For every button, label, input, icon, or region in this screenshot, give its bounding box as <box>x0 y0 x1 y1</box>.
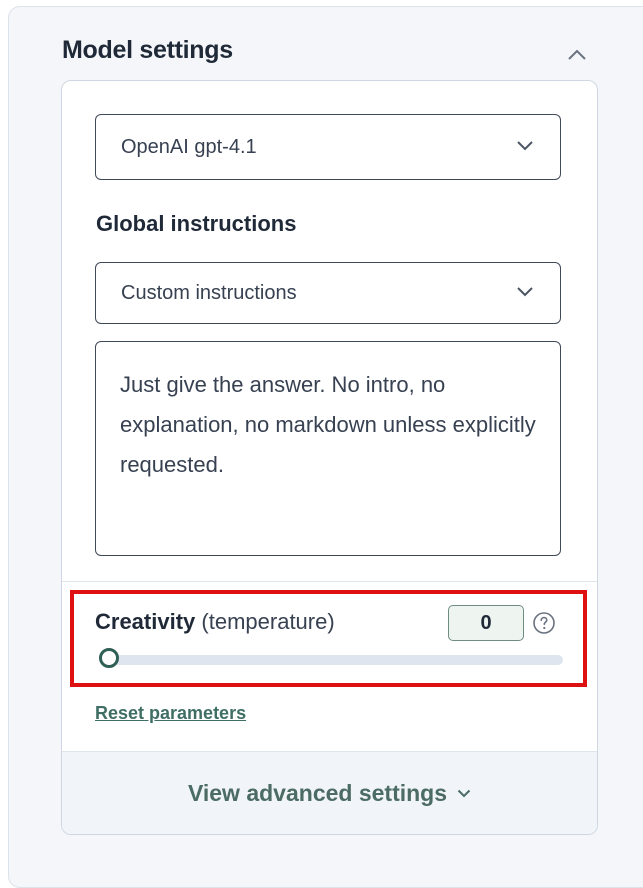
instructions-select[interactable]: Custom instructions <box>95 262 561 324</box>
chevron-down-icon <box>517 287 533 297</box>
chevron-down-icon <box>517 141 533 151</box>
model-select[interactable]: OpenAI gpt-4.1 <box>95 114 561 180</box>
panel-title: Model settings <box>62 36 233 64</box>
instructions-textarea[interactable]: Just give the answer. No intro, no expla… <box>95 341 561 556</box>
instructions-select-value: Custom instructions <box>121 281 297 304</box>
view-advanced-settings-button[interactable]: View advanced settings <box>62 751 597 834</box>
settings-card: OpenAI gpt-4.1 Global instructions Custo… <box>61 80 598 835</box>
global-instructions-label: Global instructions <box>96 211 297 236</box>
highlight-box <box>70 590 587 687</box>
chevron-down-icon <box>457 789 471 798</box>
chevron-up-icon <box>568 49 586 60</box>
reset-parameters-link[interactable]: Reset parameters <box>95 703 246 724</box>
collapse-button[interactable] <box>560 38 594 72</box>
model-select-value: OpenAI gpt-4.1 <box>121 135 257 158</box>
view-advanced-settings-label: View advanced settings <box>187 780 448 806</box>
divider <box>62 581 597 582</box>
